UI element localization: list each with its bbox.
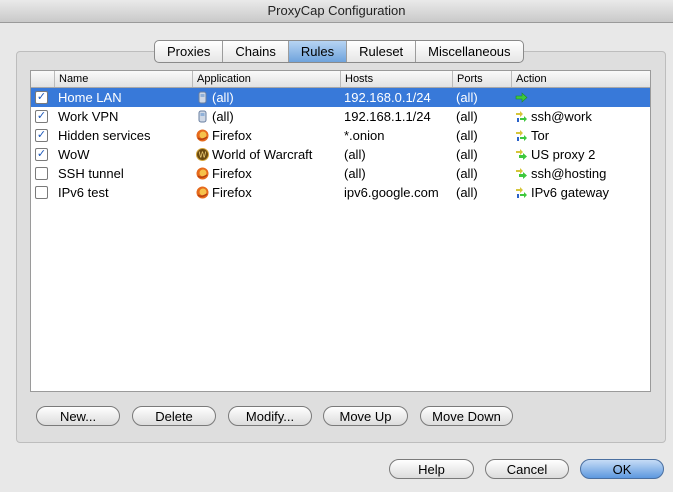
rule-hosts: ipv6.google.com <box>344 185 439 200</box>
chain-icon <box>515 128 531 143</box>
enable-checkbox[interactable]: ✓ <box>35 110 48 123</box>
tab-proxies[interactable]: Proxies <box>155 41 224 62</box>
rule-hosts: (all) <box>344 166 366 181</box>
rule-ports: (all) <box>456 128 478 143</box>
rule-name: WoW <box>58 147 90 162</box>
move-down-button[interactable]: Move Down <box>420 406 513 426</box>
application-label: Firefox <box>212 128 252 143</box>
direct-arrow-icon <box>515 90 531 105</box>
enable-checkbox[interactable]: ✓ <box>35 148 48 161</box>
rule-application: Firefox <box>196 164 340 183</box>
application-label: Firefox <box>212 166 252 181</box>
tab-chains[interactable]: Chains <box>223 41 289 62</box>
chain-icon <box>515 185 531 200</box>
new-rule-button[interactable]: New... <box>36 406 120 426</box>
rule-application: Firefox <box>196 126 340 145</box>
rule-name: IPv6 test <box>58 185 109 200</box>
table-header: Name Application Hosts Ports Action <box>31 71 650 88</box>
rule-application: (all) <box>196 88 340 107</box>
proxy-icon <box>515 147 531 162</box>
rule-action <box>515 88 650 107</box>
header-hosts[interactable]: Hosts <box>340 71 452 87</box>
firefox-icon <box>196 166 212 181</box>
rule-hosts: 192.168.1.1/24 <box>344 109 431 124</box>
application-label: Firefox <box>212 185 252 200</box>
table-row[interactable]: SSH tunnel Firefox (all) (all) ssh@hosting <box>31 164 650 183</box>
tab-rules[interactable]: Rules <box>288 41 348 62</box>
rule-application: W World of Warcraft <box>196 145 340 164</box>
modify-rule-button[interactable]: Modify... <box>228 406 312 426</box>
rule-application: (all) <box>196 107 340 126</box>
proxy-icon <box>515 166 531 181</box>
rule-ports: (all) <box>456 90 478 105</box>
application-label: (all) <box>212 109 234 124</box>
tab-ruleset[interactable]: Ruleset <box>347 41 417 62</box>
rule-action: US proxy 2 <box>515 145 650 164</box>
rules-table: Name Application Hosts Ports Action ✓ Hom… <box>30 70 651 392</box>
help-button[interactable]: Help <box>389 459 474 479</box>
rule-name: Hidden services <box>58 128 151 143</box>
application-label: World of Warcraft <box>212 147 313 162</box>
firefox-icon <box>196 128 212 143</box>
rule-ports: (all) <box>456 185 478 200</box>
rule-action: IPv6 gateway <box>515 183 650 202</box>
application-label: (all) <box>212 90 234 105</box>
header-application[interactable]: Application <box>192 71 340 87</box>
header-checkbox-column <box>31 71 54 87</box>
rule-action: Tor <box>515 126 650 145</box>
chain-icon <box>515 109 531 124</box>
table-row[interactable]: ✓ Hidden services Firefox *.onion (all) Tor <box>31 126 650 145</box>
rule-hosts: *.onion <box>344 128 385 143</box>
world-of-warcraft-icon: W <box>196 147 212 162</box>
window-title: ProxyCap Configuration <box>0 0 673 23</box>
rule-action: ssh@hosting <box>515 164 650 183</box>
move-up-button[interactable]: Move Up <box>323 406 408 426</box>
action-label: US proxy 2 <box>531 147 596 162</box>
generic-app-icon <box>196 90 212 105</box>
action-label: IPv6 gateway <box>531 185 610 200</box>
rule-name: SSH tunnel <box>58 166 124 181</box>
rule-ports: (all) <box>456 147 478 162</box>
table-row[interactable]: ✓ Work VPN (all) 192.168.1.1/24 (all) ssh@wor… <box>31 107 650 126</box>
enable-checkbox[interactable]: ✓ <box>35 129 48 142</box>
tab-miscellaneous[interactable]: Miscellaneous <box>416 41 522 62</box>
rule-application: Firefox <box>196 183 340 202</box>
rule-name: Home LAN <box>58 90 122 105</box>
cancel-button[interactable]: Cancel <box>485 459 569 479</box>
rule-ports: (all) <box>456 166 478 181</box>
enable-checkbox[interactable]: ✓ <box>35 91 48 104</box>
table-row[interactable]: ✓ WoW W World of Warcraft (all) (all) US proxy… <box>31 145 650 164</box>
enable-checkbox[interactable] <box>35 186 48 199</box>
rule-hosts: 192.168.0.1/24 <box>344 90 431 105</box>
delete-rule-button[interactable]: Delete <box>132 406 216 426</box>
action-label: ssh@hosting <box>531 166 607 181</box>
tab-bar: Proxies Chains Rules Ruleset Miscellaneo… <box>154 40 524 63</box>
table-row[interactable]: ✓ Home LAN (all) 192.168.0.1/24 (all) <box>31 88 650 107</box>
action-label: Tor <box>531 128 550 143</box>
header-ports[interactable]: Ports <box>452 71 511 87</box>
svg-text:W: W <box>199 151 207 160</box>
table-body: ✓ Home LAN (all) 192.168.0.1/24 (all) ✓ Work V… <box>31 88 650 202</box>
action-label: ssh@work <box>531 109 592 124</box>
rule-ports: (all) <box>456 109 478 124</box>
header-action[interactable]: Action <box>511 71 650 87</box>
ok-button[interactable]: OK <box>580 459 664 479</box>
generic-app-icon <box>196 109 212 124</box>
rule-action: ssh@work <box>515 107 650 126</box>
firefox-icon <box>196 185 212 200</box>
enable-checkbox[interactable] <box>35 167 48 180</box>
rule-hosts: (all) <box>344 147 366 162</box>
table-row[interactable]: IPv6 test Firefox ipv6.google.com (all) IPv6… <box>31 183 650 202</box>
header-name[interactable]: Name <box>54 71 192 87</box>
rule-name: Work VPN <box>58 109 119 124</box>
